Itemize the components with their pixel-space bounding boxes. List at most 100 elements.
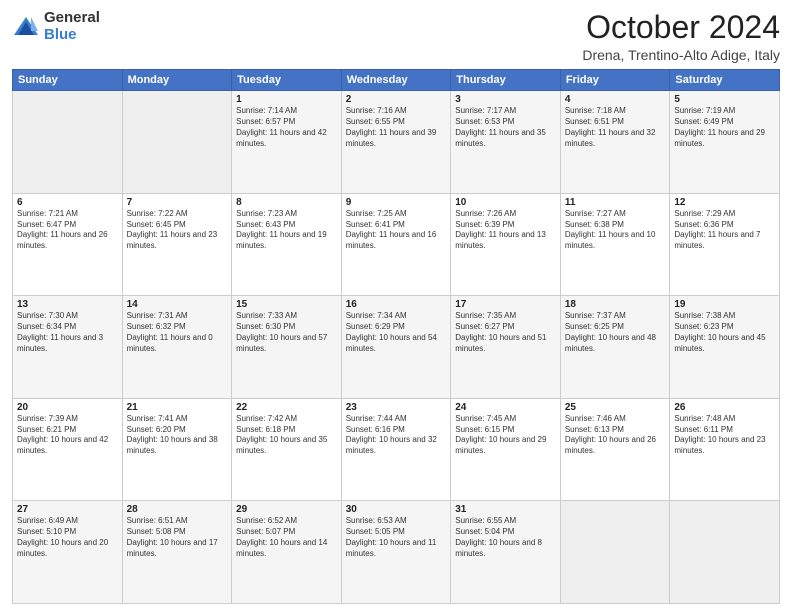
day-number: 2 [346, 94, 447, 105]
calendar-cell: 16Sunrise: 7:34 AMSunset: 6:29 PMDayligh… [341, 296, 451, 399]
location: Drena, Trentino-Alto Adige, Italy [582, 47, 780, 63]
day-number: 15 [236, 299, 337, 310]
day-info: Sunrise: 7:25 AMSunset: 6:41 PMDaylight:… [346, 209, 447, 252]
day-info: Sunrise: 7:19 AMSunset: 6:49 PMDaylight:… [674, 106, 775, 149]
day-info: Sunrise: 7:18 AMSunset: 6:51 PMDaylight:… [565, 106, 666, 149]
day-number: 22 [236, 402, 337, 413]
calendar-cell: 15Sunrise: 7:33 AMSunset: 6:30 PMDayligh… [232, 296, 342, 399]
calendar-cell: 3Sunrise: 7:17 AMSunset: 6:53 PMDaylight… [451, 91, 561, 194]
day-number: 18 [565, 299, 666, 310]
calendar-cell: 12Sunrise: 7:29 AMSunset: 6:36 PMDayligh… [670, 193, 780, 296]
calendar-cell: 25Sunrise: 7:46 AMSunset: 6:13 PMDayligh… [560, 398, 670, 501]
calendar-cell: 19Sunrise: 7:38 AMSunset: 6:23 PMDayligh… [670, 296, 780, 399]
day-number: 7 [127, 197, 228, 208]
month-title: October 2024 [582, 10, 780, 45]
calendar-cell [560, 501, 670, 604]
day-number: 6 [17, 197, 118, 208]
day-number: 9 [346, 197, 447, 208]
day-info: Sunrise: 6:55 AMSunset: 5:04 PMDaylight:… [455, 516, 556, 559]
day-info: Sunrise: 7:46 AMSunset: 6:13 PMDaylight:… [565, 414, 666, 457]
page: General Blue October 2024 Drena, Trentin… [0, 0, 792, 612]
calendar-cell: 22Sunrise: 7:42 AMSunset: 6:18 PMDayligh… [232, 398, 342, 501]
day-info: Sunrise: 7:22 AMSunset: 6:45 PMDaylight:… [127, 209, 228, 252]
day-info: Sunrise: 7:27 AMSunset: 6:38 PMDaylight:… [565, 209, 666, 252]
day-info: Sunrise: 7:45 AMSunset: 6:15 PMDaylight:… [455, 414, 556, 457]
calendar-cell: 29Sunrise: 6:52 AMSunset: 5:07 PMDayligh… [232, 501, 342, 604]
calendar-cell: 18Sunrise: 7:37 AMSunset: 6:25 PMDayligh… [560, 296, 670, 399]
day-number: 10 [455, 197, 556, 208]
day-number: 24 [455, 402, 556, 413]
day-info: Sunrise: 7:23 AMSunset: 6:43 PMDaylight:… [236, 209, 337, 252]
calendar-cell: 5Sunrise: 7:19 AMSunset: 6:49 PMDaylight… [670, 91, 780, 194]
day-info: Sunrise: 7:26 AMSunset: 6:39 PMDaylight:… [455, 209, 556, 252]
col-wednesday: Wednesday [341, 70, 451, 91]
calendar-header-row: Sunday Monday Tuesday Wednesday Thursday… [13, 70, 780, 91]
day-info: Sunrise: 7:21 AMSunset: 6:47 PMDaylight:… [17, 209, 118, 252]
day-number: 28 [127, 504, 228, 515]
day-info: Sunrise: 7:31 AMSunset: 6:32 PMDaylight:… [127, 311, 228, 354]
day-number: 30 [346, 504, 447, 515]
day-info: Sunrise: 7:29 AMSunset: 6:36 PMDaylight:… [674, 209, 775, 252]
col-friday: Friday [560, 70, 670, 91]
week-row-1: 1Sunrise: 7:14 AMSunset: 6:57 PMDaylight… [13, 91, 780, 194]
day-info: Sunrise: 7:42 AMSunset: 6:18 PMDaylight:… [236, 414, 337, 457]
day-number: 19 [674, 299, 775, 310]
day-number: 31 [455, 504, 556, 515]
calendar-cell: 31Sunrise: 6:55 AMSunset: 5:04 PMDayligh… [451, 501, 561, 604]
calendar-cell: 26Sunrise: 7:48 AMSunset: 6:11 PMDayligh… [670, 398, 780, 501]
logo: General Blue [12, 10, 100, 43]
day-number: 12 [674, 197, 775, 208]
day-info: Sunrise: 7:44 AMSunset: 6:16 PMDaylight:… [346, 414, 447, 457]
day-number: 11 [565, 197, 666, 208]
calendar-cell: 1Sunrise: 7:14 AMSunset: 6:57 PMDaylight… [232, 91, 342, 194]
calendar-cell: 14Sunrise: 7:31 AMSunset: 6:32 PMDayligh… [122, 296, 232, 399]
day-number: 14 [127, 299, 228, 310]
calendar-cell: 6Sunrise: 7:21 AMSunset: 6:47 PMDaylight… [13, 193, 123, 296]
calendar-cell: 11Sunrise: 7:27 AMSunset: 6:38 PMDayligh… [560, 193, 670, 296]
day-info: Sunrise: 6:52 AMSunset: 5:07 PMDaylight:… [236, 516, 337, 559]
calendar-cell: 24Sunrise: 7:45 AMSunset: 6:15 PMDayligh… [451, 398, 561, 501]
calendar-cell: 28Sunrise: 6:51 AMSunset: 5:08 PMDayligh… [122, 501, 232, 604]
week-row-2: 6Sunrise: 7:21 AMSunset: 6:47 PMDaylight… [13, 193, 780, 296]
header: General Blue October 2024 Drena, Trentin… [12, 10, 780, 63]
day-info: Sunrise: 7:17 AMSunset: 6:53 PMDaylight:… [455, 106, 556, 149]
day-info: Sunrise: 6:53 AMSunset: 5:05 PMDaylight:… [346, 516, 447, 559]
week-row-3: 13Sunrise: 7:30 AMSunset: 6:34 PMDayligh… [13, 296, 780, 399]
day-number: 23 [346, 402, 447, 413]
calendar-cell: 17Sunrise: 7:35 AMSunset: 6:27 PMDayligh… [451, 296, 561, 399]
day-info: Sunrise: 7:35 AMSunset: 6:27 PMDaylight:… [455, 311, 556, 354]
calendar-cell: 23Sunrise: 7:44 AMSunset: 6:16 PMDayligh… [341, 398, 451, 501]
day-info: Sunrise: 7:30 AMSunset: 6:34 PMDaylight:… [17, 311, 118, 354]
col-sunday: Sunday [13, 70, 123, 91]
calendar-cell: 9Sunrise: 7:25 AMSunset: 6:41 PMDaylight… [341, 193, 451, 296]
day-number: 17 [455, 299, 556, 310]
logo-general-text: General [44, 10, 100, 27]
day-number: 16 [346, 299, 447, 310]
logo-icon [12, 13, 40, 41]
week-row-4: 20Sunrise: 7:39 AMSunset: 6:21 PMDayligh… [13, 398, 780, 501]
day-number: 3 [455, 94, 556, 105]
day-info: Sunrise: 7:33 AMSunset: 6:30 PMDaylight:… [236, 311, 337, 354]
day-number: 4 [565, 94, 666, 105]
logo-text: General Blue [44, 10, 100, 43]
calendar-cell: 20Sunrise: 7:39 AMSunset: 6:21 PMDayligh… [13, 398, 123, 501]
day-info: Sunrise: 7:14 AMSunset: 6:57 PMDaylight:… [236, 106, 337, 149]
col-tuesday: Tuesday [232, 70, 342, 91]
calendar-cell: 10Sunrise: 7:26 AMSunset: 6:39 PMDayligh… [451, 193, 561, 296]
day-number: 8 [236, 197, 337, 208]
week-row-5: 27Sunrise: 6:49 AMSunset: 5:10 PMDayligh… [13, 501, 780, 604]
calendar-cell: 27Sunrise: 6:49 AMSunset: 5:10 PMDayligh… [13, 501, 123, 604]
day-info: Sunrise: 7:34 AMSunset: 6:29 PMDaylight:… [346, 311, 447, 354]
day-number: 29 [236, 504, 337, 515]
col-thursday: Thursday [451, 70, 561, 91]
title-block: October 2024 Drena, Trentino-Alto Adige,… [582, 10, 780, 63]
logo-blue-text: Blue [44, 27, 100, 44]
col-monday: Monday [122, 70, 232, 91]
day-number: 25 [565, 402, 666, 413]
calendar-cell: 7Sunrise: 7:22 AMSunset: 6:45 PMDaylight… [122, 193, 232, 296]
calendar-cell: 13Sunrise: 7:30 AMSunset: 6:34 PMDayligh… [13, 296, 123, 399]
day-number: 13 [17, 299, 118, 310]
calendar: Sunday Monday Tuesday Wednesday Thursday… [12, 69, 780, 604]
day-number: 1 [236, 94, 337, 105]
calendar-cell [122, 91, 232, 194]
